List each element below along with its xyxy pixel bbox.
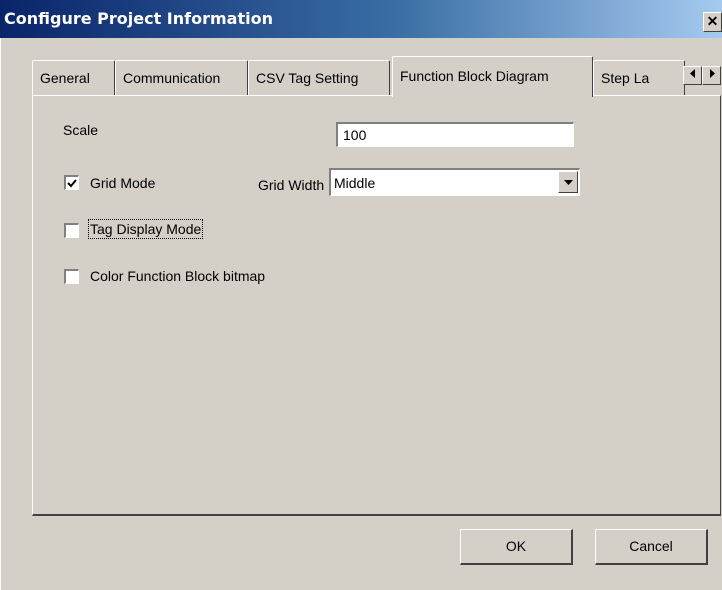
scale-label: Scale bbox=[63, 122, 99, 138]
color-fb-bitmap-label: Color Function Block bitmap bbox=[90, 268, 266, 284]
grid-width-select[interactable]: Middle bbox=[329, 168, 580, 196]
ok-button[interactable]: OK bbox=[460, 529, 573, 565]
window-frame bbox=[0, 38, 11, 590]
scale-input[interactable] bbox=[336, 122, 574, 147]
arrow-left-icon bbox=[689, 69, 695, 78]
chevron-down-icon bbox=[564, 180, 573, 185]
tab-scroll-arrows bbox=[683, 66, 721, 85]
arrow-right-icon bbox=[709, 69, 715, 78]
tab-label: General bbox=[40, 70, 90, 86]
tab-label: Function Block Diagram bbox=[400, 68, 549, 84]
grid-width-label: Grid Width bbox=[258, 177, 325, 193]
ok-button-label: OK bbox=[505, 538, 527, 554]
title-bar: Configure Project Information ✕ bbox=[0, 0, 722, 38]
cancel-button-label: Cancel bbox=[629, 538, 673, 554]
tab-scroll-right-button[interactable] bbox=[702, 66, 721, 85]
window-title: Configure Project Information bbox=[4, 9, 273, 28]
tag-display-label: Tag Display Mode bbox=[87, 219, 204, 239]
tab-label: Step La bbox=[601, 70, 650, 86]
tab-communication[interactable]: Communication bbox=[115, 60, 248, 95]
tab-general[interactable]: General bbox=[32, 60, 115, 95]
tab-panel-function-block-diagram: Scale Grid Mode Grid Width Middle Tag Di… bbox=[32, 95, 721, 516]
tab-scroll-left-button[interactable] bbox=[683, 66, 702, 85]
grid-width-value: Middle bbox=[334, 175, 376, 191]
checkmark-icon bbox=[67, 179, 77, 188]
color-fb-bitmap-checkbox[interactable] bbox=[64, 269, 79, 284]
grid-mode-checkbox[interactable] bbox=[64, 175, 79, 190]
tab-function-block-diagram[interactable]: Function Block Diagram bbox=[392, 56, 593, 97]
grid-width-dropdown-button[interactable] bbox=[558, 171, 578, 193]
tab-label: CSV Tag Setting bbox=[256, 70, 359, 86]
close-icon: ✕ bbox=[706, 13, 719, 29]
grid-mode-label: Grid Mode bbox=[90, 175, 156, 191]
tag-display-checkbox[interactable] bbox=[64, 223, 79, 238]
cancel-button[interactable]: Cancel bbox=[595, 529, 708, 565]
tab-label: Communication bbox=[123, 70, 221, 86]
tab-step-ladder[interactable]: Step La bbox=[593, 60, 685, 95]
tab-csv-tag-setting[interactable]: CSV Tag Setting bbox=[248, 60, 390, 95]
close-button[interactable]: ✕ bbox=[703, 12, 722, 32]
